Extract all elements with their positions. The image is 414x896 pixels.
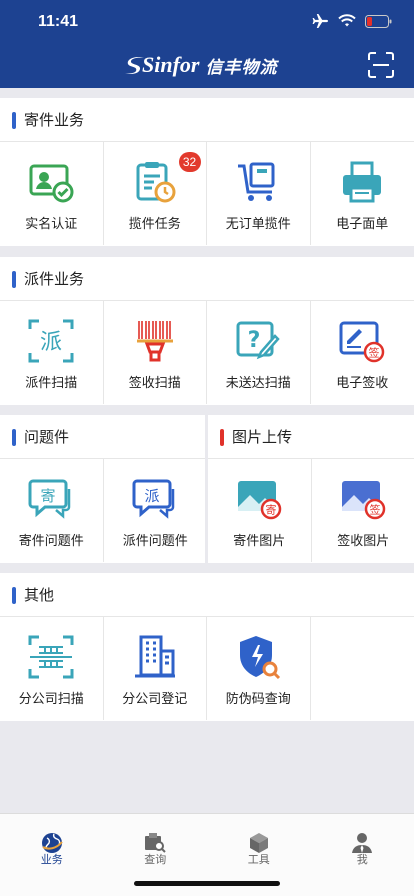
company-logo: Sinfor 信丰物流	[124, 52, 277, 78]
send-grid: 实名认证 32 揽件任务 无订单揽件 电子面单	[0, 142, 414, 245]
menu-item-branch-register[interactable]: 分公司登记	[104, 617, 207, 720]
tab-business[interactable]: 业务	[0, 814, 104, 870]
app-header: 11:41 Sinfor 信丰物流	[0, 0, 414, 88]
logo-text-en: Sinfor	[142, 52, 200, 77]
menu-item-dispatch-scan[interactable]: 派 派件扫描	[0, 301, 104, 404]
icon-glyph: 签	[370, 503, 381, 517]
scan-icon	[368, 52, 394, 78]
menu-item-label: 寄件问题件	[18, 534, 84, 549]
menu-item-label: 寄件图片	[233, 534, 286, 549]
dispatch-scan-icon: 派	[28, 319, 74, 363]
home-indicator[interactable]	[134, 881, 280, 886]
icon-glyph: 寄	[41, 487, 56, 505]
section-title: 寄件业务	[0, 98, 414, 142]
tab-label: 业务	[40, 853, 63, 866]
barcode-scanner-icon	[136, 321, 173, 362]
branch-scan-icon	[28, 635, 74, 679]
menu-item-label: 电子签收	[336, 376, 389, 391]
section-title: 其他	[0, 573, 414, 617]
menu-item-label: 未送达扫描	[225, 376, 291, 391]
icon-glyph: 派	[145, 487, 160, 505]
menu-item-label: 签收图片	[337, 534, 390, 549]
menu-item-send-photo[interactable]: 寄 寄件图片	[208, 459, 312, 562]
menu-item-label: 分公司登记	[122, 692, 188, 707]
wifi-icon	[338, 14, 356, 27]
menu-item-real-name[interactable]: 实名认证	[0, 142, 104, 245]
section-photo: 图片上传 寄 寄件图片 签 签收图片	[208, 415, 414, 563]
tab-me[interactable]: 我	[311, 814, 414, 870]
photo-grid: 寄 寄件图片 签 签收图片	[208, 459, 414, 562]
tab-label: 查询	[144, 853, 167, 866]
menu-item-label: 电子面单	[336, 217, 389, 232]
menu-item-pickup-task[interactable]: 32 揽件任务	[104, 142, 207, 245]
airplane-icon	[312, 14, 328, 28]
menu-item-label: 派件扫描	[25, 376, 78, 391]
problem-grid: 寄 寄件问题件 派 派件问题件	[0, 459, 207, 562]
question-edit-icon: ?	[236, 321, 280, 360]
menu-item-label: 派件问题件	[122, 534, 188, 549]
menu-item-label: 防伪码查询	[225, 692, 291, 707]
section-other: 其他 分公司扫描 分公司登记 防伪码查询	[0, 573, 414, 721]
menu-item-e-waybill[interactable]: 电子面单	[311, 142, 414, 245]
tab-label: 工具	[247, 853, 270, 866]
icon-glyph: 寄	[266, 503, 277, 517]
section-send: 寄件业务 实名认证 32 揽件任务 无订单揽件 电子面单	[0, 98, 414, 246]
menu-item-empty	[311, 617, 414, 720]
building-icon	[134, 635, 175, 678]
menu-item-label: 无订单揽件	[225, 217, 291, 232]
menu-item-send-issue[interactable]: 寄 寄件问题件	[0, 459, 104, 562]
section-dispatch: 派件业务 派 派件扫描 签收扫描 ? 未送达扫描 签 电子签收	[0, 257, 414, 405]
e-sign-icon: 签	[339, 321, 385, 363]
menu-item-branch-scan[interactable]: 分公司扫描	[0, 617, 104, 720]
status-time: 11:41	[38, 13, 79, 30]
menu-item-label: 揽件任务	[128, 217, 181, 232]
status-icons	[311, 13, 392, 29]
section-title: 图片上传	[208, 415, 414, 459]
icon-glyph: 签	[369, 346, 380, 360]
menu-item-e-sign[interactable]: 签 电子签收	[311, 301, 414, 404]
tab-query[interactable]: 查询	[104, 814, 208, 870]
sign-photo-icon: 签	[342, 481, 386, 520]
menu-item-no-order-pickup[interactable]: 无订单揽件	[207, 142, 311, 245]
scan-button[interactable]	[368, 52, 394, 78]
logo-text-cn: 信丰物流	[205, 57, 278, 78]
dispatch-grid: 派 派件扫描 签收扫描 ? 未送达扫描 签 电子签收	[0, 301, 414, 404]
shield-search-icon	[240, 636, 281, 680]
menu-item-dispatch-issue[interactable]: 派 派件问题件	[104, 459, 208, 562]
icon-glyph: 派	[40, 330, 62, 355]
menu-item-sign-photo[interactable]: 签 签收图片	[312, 459, 414, 562]
clipboard-clock-icon	[136, 162, 176, 203]
section-title: 派件业务	[0, 257, 414, 301]
battery-icon	[365, 14, 392, 28]
svg-text:?: ?	[248, 328, 261, 353]
tab-label: 我	[356, 853, 368, 866]
tab-tools[interactable]: 工具	[207, 814, 311, 870]
send-issue-chat-icon: 寄	[28, 479, 71, 519]
task-count-badge: 32	[178, 152, 201, 172]
cart-box-icon	[238, 162, 275, 201]
menu-item-label: 签收扫描	[128, 376, 181, 391]
send-photo-icon: 寄	[238, 481, 282, 520]
section-title: 问题件	[0, 415, 205, 459]
section-problem: 问题件 寄 寄件问题件 派 派件问题件	[0, 415, 205, 563]
printer-icon	[343, 161, 382, 203]
menu-item-anti-fake-query[interactable]: 防伪码查询	[207, 617, 311, 720]
menu-item-label: 分公司扫描	[18, 692, 84, 707]
other-grid: 分公司扫描 分公司登记 防伪码查询	[0, 617, 414, 720]
dispatch-issue-chat-icon: 派	[132, 479, 175, 519]
menu-item-sign-scan[interactable]: 签收扫描	[104, 301, 207, 404]
menu-item-label: 实名认证	[25, 217, 78, 232]
id-card-check-icon	[29, 164, 74, 203]
menu-item-undelivered-scan[interactable]: ? 未送达扫描	[207, 301, 311, 404]
